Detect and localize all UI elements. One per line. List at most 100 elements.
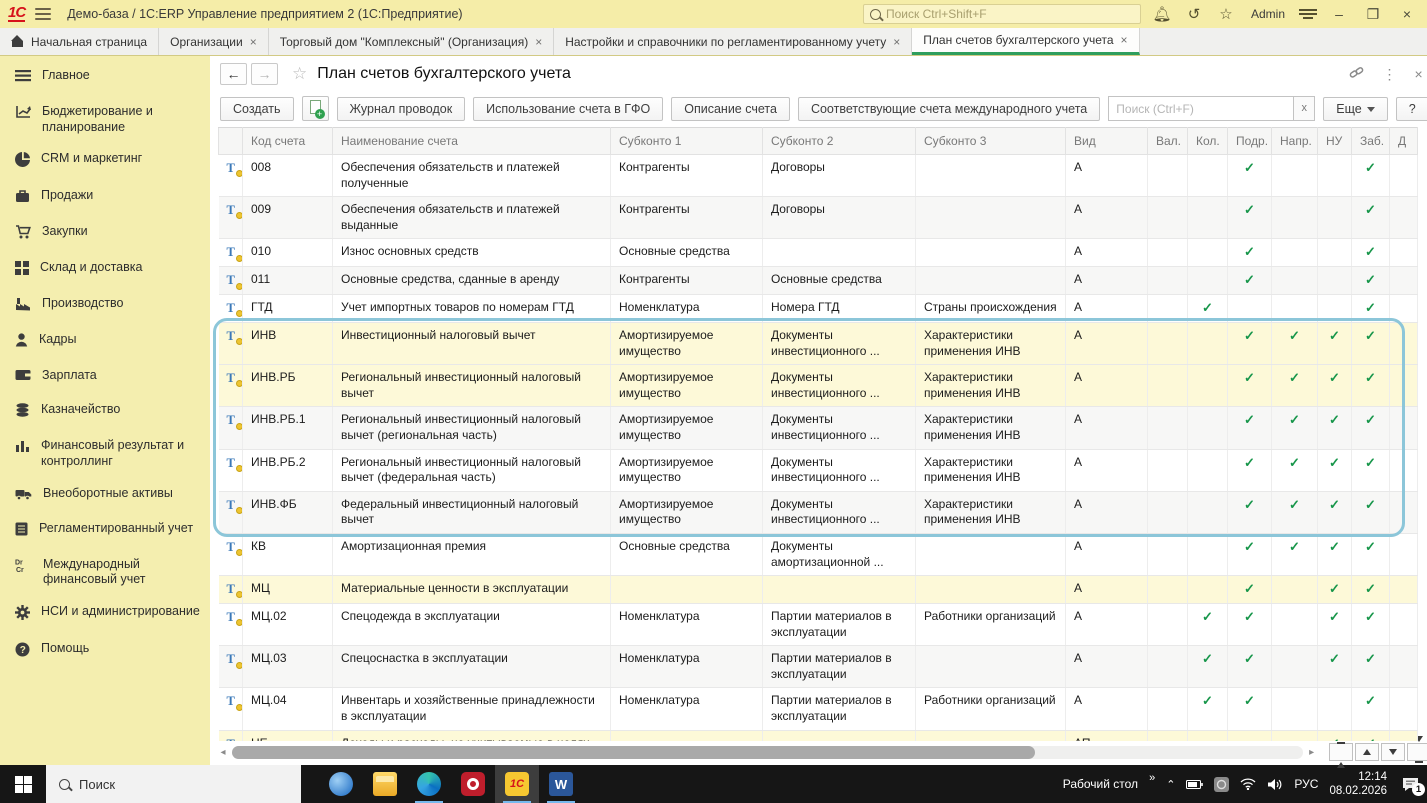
tab-3[interactable]: Настройки и справочники по регламентиров… bbox=[554, 28, 913, 55]
go-down-button[interactable] bbox=[1380, 743, 1405, 761]
tab-1[interactable]: Организации × bbox=[159, 28, 269, 55]
notifications-bell-icon[interactable]: 🔔︎ bbox=[1151, 7, 1173, 22]
sidebar-item-1[interactable]: Бюджетирование и планирование bbox=[0, 96, 210, 143]
tray-app-icon[interactable] bbox=[1214, 776, 1230, 792]
intl-accounts-button[interactable]: Соответствующие счета международного уче… bbox=[797, 96, 1101, 121]
table-row-ИНВ.РБ[interactable]: Т ИНВ.РБ Региональный инвестиционный налог… bbox=[218, 364, 1418, 408]
column-header-6[interactable]: Вал. bbox=[1147, 127, 1188, 155]
close-tab-icon[interactable]: × bbox=[1414, 66, 1422, 82]
column-header-11[interactable]: Заб. bbox=[1351, 127, 1390, 155]
table-row-МЦ.04[interactable]: Т МЦ.04 Инвентарь и хозяйственные принадле… bbox=[218, 687, 1418, 731]
current-user[interactable]: Admin bbox=[1247, 7, 1289, 21]
table-row-011[interactable]: Т 011 Основные средства, сданные в аренду К… bbox=[218, 266, 1418, 296]
back-button[interactable]: ← bbox=[220, 63, 247, 85]
sidebar-item-8[interactable]: Зарплата bbox=[0, 360, 210, 394]
column-header-9[interactable]: Напр. bbox=[1271, 127, 1318, 155]
column-header-10[interactable]: НУ bbox=[1317, 127, 1352, 155]
table-row-008[interactable]: Т 008 Обеспечения обязательств и платежей … bbox=[218, 154, 1418, 198]
scroll-left-icon[interactable]: ◂ bbox=[218, 747, 228, 758]
favorite-star-icon[interactable]: ☆ bbox=[292, 64, 307, 84]
column-header-12[interactable]: Д bbox=[1389, 127, 1418, 155]
maximize-button[interactable]: ❐ bbox=[1361, 6, 1385, 23]
close-window-button[interactable]: × bbox=[1395, 6, 1419, 22]
create-group-button[interactable] bbox=[301, 96, 329, 121]
column-header-5[interactable]: Вид bbox=[1065, 127, 1148, 155]
kebab-menu-icon[interactable]: ⋮ bbox=[1382, 66, 1396, 83]
volume-icon[interactable] bbox=[1267, 778, 1283, 791]
sidebar-item-5[interactable]: Склад и доставка bbox=[0, 252, 210, 288]
table-row-ИНВ[interactable]: Т ИНВ Инвестиционный налоговый вычет Аморти… bbox=[218, 322, 1418, 366]
table-row-ИНВ.ФБ[interactable]: Т ИНВ.ФБ Федеральный инвестиционный налого… bbox=[218, 491, 1418, 534]
clock[interactable]: 12:14 08.02.2026 bbox=[1329, 770, 1387, 799]
column-header-1[interactable]: Наименование счета bbox=[332, 127, 611, 155]
column-header-0[interactable]: Код счета bbox=[242, 127, 333, 155]
service-menu-icon[interactable] bbox=[1299, 7, 1317, 21]
sidebar-item-2[interactable]: CRM и маркетинг bbox=[0, 143, 210, 180]
sidebar-item-9[interactable]: Казначейство bbox=[0, 394, 210, 430]
sidebar-item-3[interactable]: Продажи bbox=[0, 180, 210, 216]
battery-icon[interactable] bbox=[1186, 779, 1204, 790]
sidebar-item-7[interactable]: Кадры bbox=[0, 324, 210, 360]
clear-search-icon[interactable]: x bbox=[1293, 96, 1316, 121]
start-button[interactable] bbox=[0, 765, 46, 803]
close-icon[interactable]: × bbox=[250, 35, 257, 49]
go-up-button[interactable] bbox=[1354, 743, 1379, 761]
main-menu-icon[interactable] bbox=[35, 8, 52, 20]
taskbar-app-thunderbird[interactable] bbox=[319, 765, 363, 803]
table-row-010[interactable]: Т 010 Износ основных средств Основные средс… bbox=[218, 238, 1418, 268]
sidebar-item-13[interactable]: Dr Cr Международный финансовый учет bbox=[0, 549, 210, 596]
table-header-row[interactable]: Код счета Наименование счета Субконто 1 Суб… bbox=[218, 127, 1418, 155]
toolbar-expand-icon[interactable]: » bbox=[1149, 772, 1155, 784]
usage-gfo-button[interactable]: Использование счета в ГФО bbox=[473, 96, 664, 121]
close-icon[interactable]: × bbox=[893, 35, 900, 49]
history-icon[interactable]: ↺ bbox=[1183, 7, 1205, 22]
sidebar-item-4[interactable]: Закупки bbox=[0, 216, 210, 252]
global-search-input[interactable] bbox=[862, 4, 1141, 24]
sidebar-item-0[interactable]: Главное bbox=[0, 60, 210, 96]
tab-2[interactable]: Торговый дом "Комплексный" (Организация)… bbox=[269, 28, 555, 55]
sidebar-item-15[interactable]: ? Помощь bbox=[0, 633, 210, 670]
column-header-3[interactable]: Субконто 2 bbox=[762, 127, 916, 155]
create-button[interactable]: Создать bbox=[220, 96, 294, 121]
column-header-4[interactable]: Субконто 3 bbox=[915, 127, 1066, 155]
table-row-ИНВ.РБ.1[interactable]: Т ИНВ.РБ.1 Региональный инвестиционный нал… bbox=[218, 406, 1418, 450]
table-row-МЦ[interactable]: Т МЦ Материальные ценности в эксплуатации А… bbox=[218, 575, 1418, 605]
sidebar-item-12[interactable]: Регламентированный учет bbox=[0, 513, 210, 549]
column-header-2[interactable]: Субконто 1 bbox=[610, 127, 763, 155]
table-row-НЕ[interactable]: ТНЕДоходы и расходы, не учитываемые в це… bbox=[218, 730, 1418, 741]
table-row-009[interactable]: Т 009 Обеспечения обязательств и платежей … bbox=[218, 196, 1418, 240]
action-center-icon[interactable]: 1 bbox=[1402, 777, 1425, 796]
wifi-icon[interactable] bbox=[1240, 778, 1256, 790]
more-button[interactable]: Еще bbox=[1323, 96, 1388, 121]
minimize-button[interactable]: – bbox=[1327, 6, 1351, 22]
taskbar-app-red-app[interactable] bbox=[451, 765, 495, 803]
taskbar-search[interactable]: Поиск bbox=[46, 765, 301, 803]
table-row-МЦ.03[interactable]: Т МЦ.03 Спецоснастка в эксплуатации Номенкл… bbox=[218, 645, 1418, 689]
column-header-8[interactable]: Подр. bbox=[1227, 127, 1272, 155]
sidebar-item-11[interactable]: Внеоборотные активы bbox=[0, 478, 210, 513]
go-bottom-button[interactable] bbox=[1406, 735, 1427, 763]
taskbar-app-1c[interactable]: 1С bbox=[495, 765, 539, 803]
go-top-button[interactable] bbox=[1328, 741, 1353, 768]
favorites-star-icon[interactable]: ☆ bbox=[1215, 7, 1237, 22]
sidebar-item-14[interactable]: НСИ и администрирование bbox=[0, 596, 210, 633]
horizontal-scrollbar[interactable] bbox=[232, 745, 1303, 759]
table-row-ИНВ.РБ.2[interactable]: Т ИНВ.РБ.2 Региональный инвестиционный нал… bbox=[218, 449, 1418, 492]
table-row-МЦ.02[interactable]: Т МЦ.02 Спецодежда в эксплуатации Номенклат… bbox=[218, 603, 1418, 647]
forward-button[interactable]: → bbox=[251, 63, 278, 85]
tab-4[interactable]: План счетов бухгалтерского учета × bbox=[912, 28, 1140, 55]
close-icon[interactable]: × bbox=[535, 35, 542, 49]
get-link-icon[interactable] bbox=[1349, 65, 1364, 83]
sidebar-item-10[interactable]: Финансовый результат и контроллинг bbox=[0, 430, 210, 477]
table-row-КВ[interactable]: Т КВ Амортизационная премия Основные средст… bbox=[218, 533, 1418, 577]
taskbar-app-explorer[interactable] bbox=[363, 765, 407, 803]
table-search-input[interactable] bbox=[1108, 96, 1294, 121]
desktop-toolbar-label[interactable]: Рабочий стол bbox=[1063, 777, 1138, 791]
journal-button[interactable]: Журнал проводок bbox=[336, 96, 466, 121]
tab-0[interactable]: Начальная страница bbox=[0, 28, 160, 55]
table-row-ГТД[interactable]: Т ГТД Учет импортных товаров по номерам ГТ… bbox=[218, 294, 1418, 324]
taskbar-app-edge[interactable] bbox=[407, 765, 451, 803]
close-icon[interactable]: × bbox=[1121, 33, 1128, 47]
account-description-button[interactable]: Описание счета bbox=[671, 96, 790, 121]
taskbar-app-word[interactable]: W bbox=[539, 765, 583, 803]
